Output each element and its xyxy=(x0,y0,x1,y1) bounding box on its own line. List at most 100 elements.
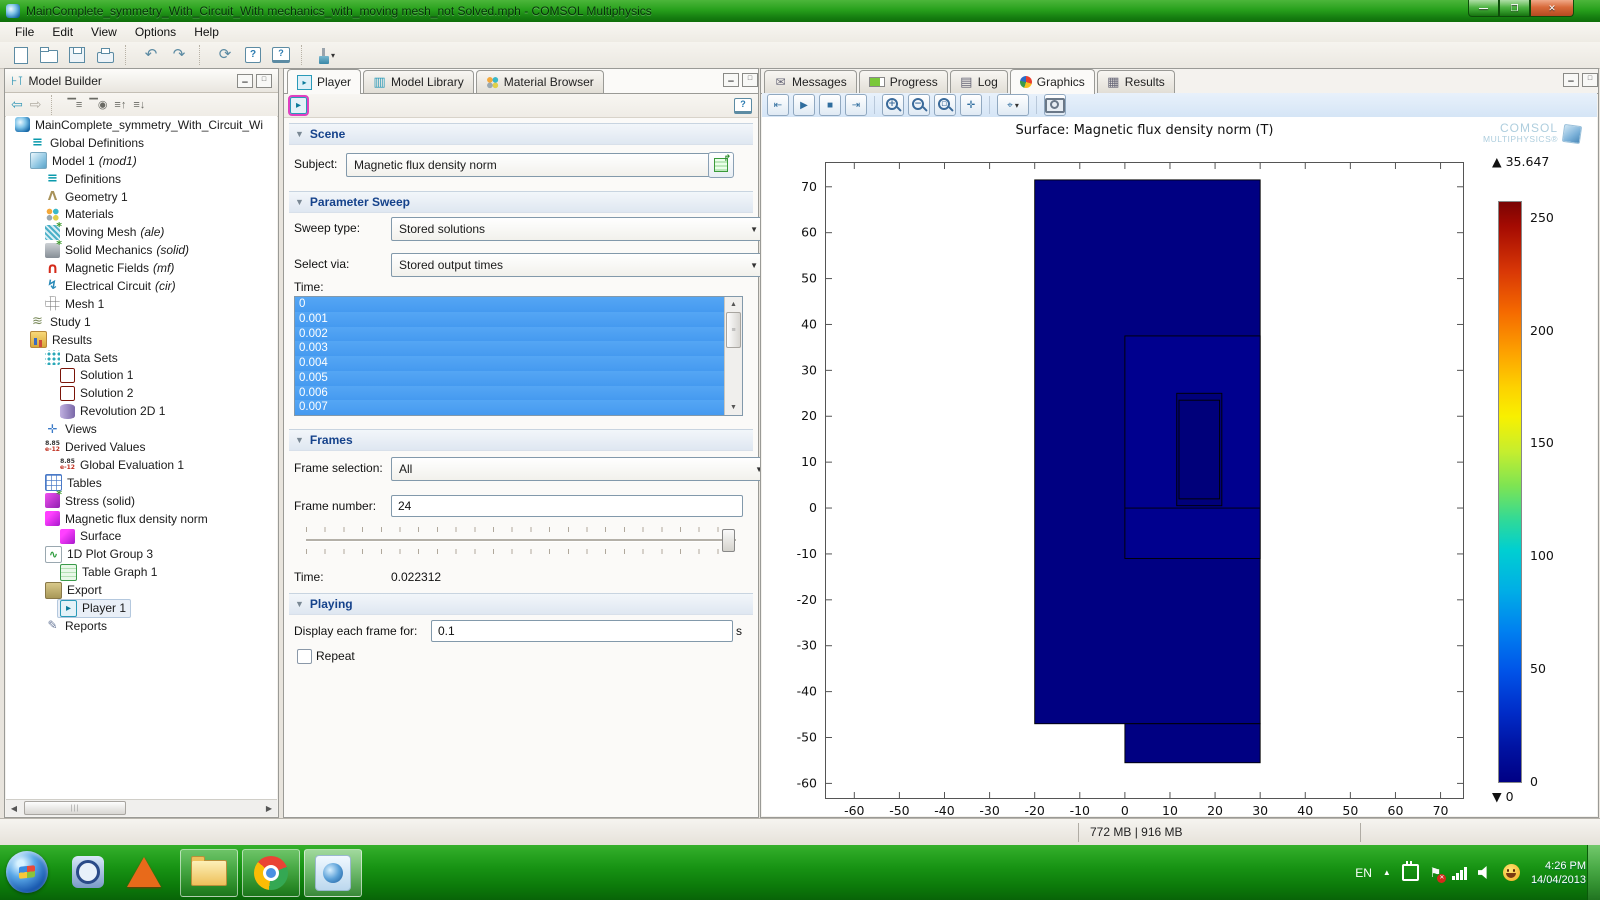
panel-maximize-button[interactable]: □ xyxy=(256,74,272,88)
player-node-icon[interactable] xyxy=(290,97,307,114)
taskbar-explorer[interactable] xyxy=(180,849,238,897)
scrollbar-thumb[interactable]: ||| xyxy=(24,801,126,815)
tree-item[interactable]: Export xyxy=(6,581,277,599)
panel-minimize-button[interactable]: ▁ xyxy=(237,74,253,88)
language-indicator[interactable]: EN xyxy=(1355,866,1372,880)
tree-item[interactable]: Mesh 1 xyxy=(6,295,277,313)
print-button[interactable] xyxy=(94,44,116,66)
tree-item[interactable]: Solid Mechanics(solid) xyxy=(6,241,277,259)
tree-item[interactable]: Revolution 2D 1 xyxy=(6,402,277,420)
time-list-item[interactable]: 0.002 xyxy=(295,327,742,342)
frame-selection-combobox[interactable]: All ▼ xyxy=(391,457,770,481)
scroll-right-arrow-icon[interactable]: ▶ xyxy=(261,804,277,813)
graphics-canvas[interactable]: Surface: Magnetic flux density norm (T) … xyxy=(762,117,1597,816)
select-via-combobox[interactable]: Stored output times ▼ xyxy=(391,253,765,277)
tree-item[interactable]: Player 1 xyxy=(6,599,277,617)
zoom-in-button[interactable]: + xyxy=(882,94,904,116)
tree-item[interactable]: Global Evaluation 1 xyxy=(6,456,277,474)
action-center-flag-icon[interactable]: ⚑ xyxy=(1430,865,1442,881)
panel-minimize-button[interactable]: ▁ xyxy=(1563,73,1579,87)
tree-item[interactable]: Tables xyxy=(6,474,277,492)
hidden-icons-chevron-icon[interactable]: ▲ xyxy=(1383,868,1391,877)
menu-view[interactable]: View xyxy=(82,22,126,42)
taskbar-media-player[interactable] xyxy=(70,852,106,892)
tab-player[interactable]: ▸ Player xyxy=(287,69,361,94)
time-list-item[interactable]: 0.001 xyxy=(295,312,742,327)
parameter-sweep-section-header[interactable]: ▼ Parameter Sweep xyxy=(289,191,753,213)
time-list-item[interactable]: 0.005 xyxy=(295,371,742,386)
tab-material-browser[interactable]: Material Browser xyxy=(476,70,604,93)
open-file-button[interactable] xyxy=(38,44,60,66)
tab-model-library[interactable]: ▥ Model Library xyxy=(363,70,474,93)
repeat-checkbox[interactable] xyxy=(297,649,312,664)
vertical-scrollbar[interactable]: ▲ ≡ ▼ xyxy=(724,297,742,415)
tree-item[interactable]: Table Graph 1 xyxy=(6,563,277,581)
scroll-down-arrow-icon[interactable]: ▼ xyxy=(730,400,737,415)
playing-section-header[interactable]: ▼ Playing xyxy=(289,593,753,615)
tree-item[interactable]: Results xyxy=(6,331,277,349)
smiley-tray-icon[interactable] xyxy=(1503,864,1520,881)
volume-icon[interactable] xyxy=(1478,866,1492,879)
tree-item[interactable]: Surface xyxy=(6,527,277,545)
zoom-box-button[interactable]: ▫ xyxy=(934,94,956,116)
tree-item[interactable]: Solution 2 xyxy=(6,384,277,402)
time-list-item[interactable]: 0.006 xyxy=(295,386,742,401)
taskbar-chrome[interactable] xyxy=(242,849,300,897)
tab-messages[interactable]: ✉ Messages xyxy=(764,70,857,93)
time-list-item[interactable]: 0.004 xyxy=(295,356,742,371)
panel-maximize-button[interactable]: □ xyxy=(1582,73,1598,87)
help-button[interactable]: ? xyxy=(242,44,264,66)
zoom-extents-button[interactable]: ✛ xyxy=(960,94,982,116)
close-window-button[interactable]: ✕ xyxy=(1530,0,1574,17)
tree-item[interactable]: Moving Mesh(ale) xyxy=(6,223,277,241)
zoom-out-button[interactable]: − xyxy=(908,94,930,116)
menu-options[interactable]: Options xyxy=(126,22,185,42)
help-documentation-icon[interactable]: ? xyxy=(734,98,752,114)
view-orientation-button[interactable]: ⌖▾ xyxy=(997,94,1029,116)
back-arrow-button[interactable]: ⇦ xyxy=(11,96,23,113)
show-options-button[interactable]: ▔◉ xyxy=(89,98,107,111)
first-frame-button[interactable]: ⇤ xyxy=(767,94,789,116)
network-signal-icon[interactable] xyxy=(1452,866,1467,880)
menu-help[interactable]: Help xyxy=(185,22,228,42)
start-button[interactable] xyxy=(6,851,48,893)
tab-results[interactable]: ▦ Results xyxy=(1097,70,1175,93)
scene-section-header[interactable]: ▼ Scene xyxy=(289,123,753,145)
display-each-frame-input[interactable] xyxy=(431,620,733,642)
tree-item[interactable]: Global Definitions xyxy=(6,134,277,152)
taskbar-matlab[interactable] xyxy=(126,852,162,892)
stop-button[interactable]: ■ xyxy=(819,94,841,116)
tree-item[interactable]: Data Sets xyxy=(6,349,277,367)
subject-combobox[interactable]: Magnetic flux density norm ▼ xyxy=(346,153,730,177)
undo-button[interactable]: ↶ xyxy=(140,44,162,66)
collapse-all-button[interactable]: ▔≡ xyxy=(67,98,82,111)
scroll-up-arrow-icon[interactable]: ▲ xyxy=(730,297,737,312)
menu-edit[interactable]: Edit xyxy=(43,22,82,42)
tree-item[interactable]: Materials xyxy=(6,205,277,223)
redo-button[interactable]: ↷ xyxy=(168,44,190,66)
save-button[interactable] xyxy=(66,44,88,66)
play-button[interactable]: ▶ xyxy=(793,94,815,116)
tree-item[interactable]: Stress (solid) xyxy=(6,492,277,510)
go-to-source-button[interactable] xyxy=(708,152,734,178)
image-snapshot-button[interactable] xyxy=(1044,94,1066,116)
tree-item[interactable]: Magnetic Fields(mf) xyxy=(6,259,277,277)
tree-item[interactable]: Views xyxy=(6,420,277,438)
tree-item[interactable]: MainComplete_symmetry_With_Circuit_Wi xyxy=(6,116,277,134)
time-list-item[interactable]: 0.003 xyxy=(295,341,742,356)
tab-graphics[interactable]: Graphics xyxy=(1010,69,1095,94)
horizontal-scrollbar[interactable]: ◀ ||| ▶ xyxy=(6,799,277,816)
move-down-button[interactable]: ≡↓ xyxy=(133,99,145,111)
tree-item[interactable]: Electrical Circuit(cir) xyxy=(6,277,277,295)
time-list-item[interactable]: 0 xyxy=(295,297,742,312)
forward-arrow-button[interactable]: ⇨ xyxy=(30,96,42,113)
panel-minimize-button[interactable]: ▁ xyxy=(723,73,739,87)
tab-log[interactable]: ▤ Log xyxy=(950,70,1008,93)
clock[interactable]: 4:26 PM 14/04/2013 xyxy=(1531,859,1586,887)
taskbar-comsol[interactable] xyxy=(304,849,362,897)
tree-item[interactable]: Solution 1 xyxy=(6,366,277,384)
tab-progress[interactable]: Progress xyxy=(859,70,948,93)
tree-item[interactable]: Derived Values xyxy=(6,438,277,456)
surface-plot[interactable]: -60-50-40-30-20-10010203040506070-60-50-… xyxy=(825,162,1464,799)
sweep-type-combobox[interactable]: Stored solutions ▼ xyxy=(391,217,765,241)
